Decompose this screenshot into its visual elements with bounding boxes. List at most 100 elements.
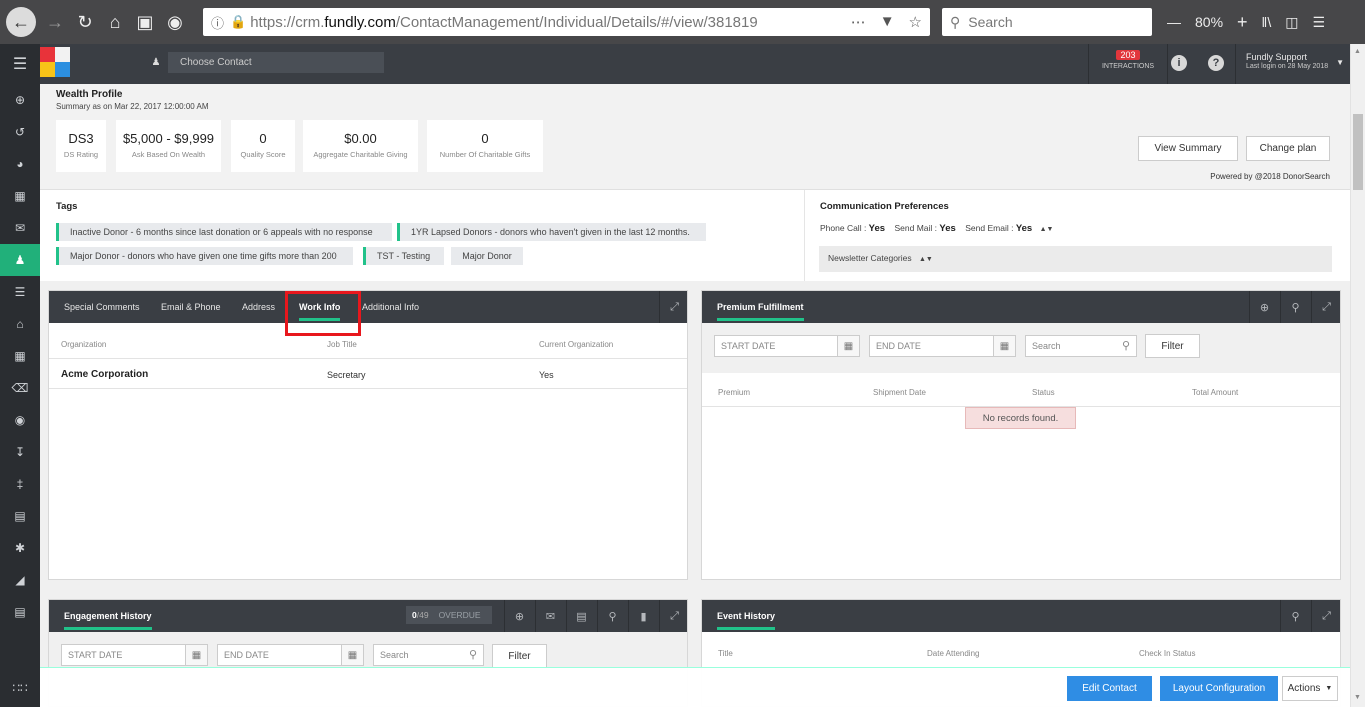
filter-button[interactable]: Filter xyxy=(1145,334,1200,358)
zoom-in-icon[interactable]: + xyxy=(1237,12,1248,33)
bank-icon[interactable]: ⌂ xyxy=(0,308,40,340)
tag-item[interactable]: TST - Testing xyxy=(363,247,444,265)
tag-item[interactable]: Major Donor xyxy=(451,247,523,265)
id-card-icon[interactable]: ▤ xyxy=(0,500,40,532)
zoom-level[interactable]: 80% xyxy=(1195,14,1223,30)
change-plan-button[interactable]: Change plan xyxy=(1246,136,1330,161)
expand-icon[interactable]: ⤢ xyxy=(1311,600,1341,632)
sidebar-toggle-icon[interactable]: ◫ xyxy=(1285,14,1298,31)
tag-item[interactable]: Major Donor - donors who have given one … xyxy=(56,247,353,265)
add-circle-icon[interactable]: ⊕ xyxy=(0,84,40,116)
scroll-down-icon[interactable]: ▼ xyxy=(1354,694,1361,701)
document-icon[interactable]: ▤ xyxy=(566,600,596,632)
address-bar[interactable]: ⓘ 🔒 https://crm.fundly.com/ContactManage… xyxy=(203,8,930,36)
event-history-title[interactable]: Event History xyxy=(717,600,776,632)
mask-icon[interactable]: ◉ xyxy=(160,7,190,37)
search-icon[interactable]: ⚲ xyxy=(1280,291,1310,323)
end-date-input[interactable]: END DATE ▦ xyxy=(869,335,1016,357)
add-icon[interactable]: ⊕ xyxy=(504,600,534,632)
utensils-icon[interactable]: ‡ xyxy=(0,468,40,500)
run-icon[interactable]: ✱ xyxy=(0,532,40,564)
scroll-up-icon[interactable]: ▲ xyxy=(1354,48,1361,55)
new-tab-icon[interactable]: ▣ xyxy=(130,7,160,37)
ticket-icon[interactable]: ⌫ xyxy=(0,372,40,404)
tab-email-phone[interactable]: Email & Phone xyxy=(161,291,221,323)
report-icon[interactable]: ▤ xyxy=(0,596,40,628)
layers-icon[interactable]: ☰ xyxy=(0,276,40,308)
expand-icon[interactable]: ⤢ xyxy=(659,291,689,323)
search-input[interactable]: Search ⚲ xyxy=(373,644,484,666)
communication-row: Phone Call : Yes Send Mail : Yes Send Em… xyxy=(820,223,1054,234)
pocket-icon[interactable]: ▼ xyxy=(880,13,895,31)
column-organization: Organization xyxy=(61,340,107,349)
reload-icon[interactable]: ↻ xyxy=(70,7,100,37)
fundly-logo[interactable] xyxy=(40,47,70,77)
calendar-icon[interactable]: ▦ xyxy=(185,645,207,665)
mail-icon[interactable]: ✉ xyxy=(535,600,565,632)
dashboard-icon[interactable]: ◕ xyxy=(0,148,40,180)
search-icon: ⚲ xyxy=(468,649,477,661)
apps-grid-icon[interactable]: ∷∷ xyxy=(0,672,40,704)
zoom-out-icon[interactable]: — xyxy=(1167,14,1181,30)
end-date-input[interactable]: END DATE ▦ xyxy=(217,644,364,666)
filter-button[interactable]: Filter xyxy=(492,644,547,668)
home-icon[interactable]: ⌂ xyxy=(100,7,130,37)
tag-item[interactable]: 1YR Lapsed Donors - donors who haven't g… xyxy=(397,223,706,241)
sort-icon: ▲▼ xyxy=(919,256,933,263)
premium-fulfillment-title[interactable]: Premium Fulfillment xyxy=(717,291,804,323)
calendar-icon[interactable]: ▦ xyxy=(0,340,40,372)
newsletter-categories[interactable]: Newsletter Categories ▲▼ xyxy=(819,246,1332,272)
chart-icon[interactable]: ◢ xyxy=(0,564,40,596)
user-menu[interactable]: Fundly Support Last login on 28 May 2018… xyxy=(1235,44,1350,84)
sort-icon[interactable]: ▲▼ xyxy=(1040,226,1054,233)
expand-icon[interactable]: ⤢ xyxy=(1311,291,1341,323)
search-icon[interactable]: ⚲ xyxy=(1280,600,1310,632)
browser-search-input[interactable]: ⚲ Search xyxy=(942,8,1152,36)
view-summary-button[interactable]: View Summary xyxy=(1138,136,1238,161)
forward-icon[interactable]: → xyxy=(40,7,70,37)
add-icon[interactable]: ⊕ xyxy=(1249,291,1279,323)
download-icon[interactable]: ↧ xyxy=(0,436,40,468)
calendar-icon[interactable]: ▦ xyxy=(837,336,859,356)
user-icon: ♟ xyxy=(144,52,168,73)
communication-preferences: Communication Preferences Phone Call : Y… xyxy=(805,190,1350,281)
search-input[interactable]: Search ⚲ xyxy=(1025,335,1137,357)
mail-icon[interactable]: ✉ xyxy=(0,212,40,244)
start-date-input[interactable]: START DATE ▦ xyxy=(714,335,860,357)
start-date-input[interactable]: START DATE ▦ xyxy=(61,644,208,666)
bookmark-star-icon[interactable]: ☆ xyxy=(909,13,922,31)
hamburger-menu-icon[interactable]: ☰ xyxy=(0,44,40,84)
tab-special-comments[interactable]: Special Comments xyxy=(64,291,140,323)
tab-address[interactable]: Address xyxy=(242,291,275,323)
engagement-history-title[interactable]: Engagement History xyxy=(64,600,152,632)
chart-icon[interactable]: ▮ xyxy=(628,600,658,632)
grid-icon[interactable]: ▦ xyxy=(0,180,40,212)
info-icon[interactable]: i xyxy=(1171,55,1187,71)
layout-configuration-button[interactable]: Layout Configuration xyxy=(1160,676,1278,701)
info-icon[interactable]: ⓘ xyxy=(211,13,224,32)
calendar-icon[interactable]: ▦ xyxy=(341,645,363,665)
app-header: ♟ Choose Contact 203 INTERACTIONS i ? Fu… xyxy=(40,44,1350,84)
app-sidebar: ☰ ⊕ ↺ ◕ ▦ ✉ ♟ ☰ ⌂ ▦ ⌫ ◉ ↧ ‡ ▤ ✱ ◢ ▤ ∷∷ xyxy=(0,44,40,707)
interactions-counter[interactable]: 203 INTERACTIONS xyxy=(1088,44,1168,84)
help-icon[interactable]: ? xyxy=(1208,55,1224,71)
tag-item[interactable]: Inactive Donor - 6 months since last don… xyxy=(56,223,392,241)
back-icon[interactable]: ← xyxy=(6,7,36,37)
choose-contact-input[interactable]: ♟ Choose Contact xyxy=(144,52,384,73)
library-icon[interactable]: ‖\ xyxy=(1262,14,1272,30)
stat-quality-score: 0 Quality Score xyxy=(231,120,295,172)
tab-additional-info[interactable]: Additional Info xyxy=(362,291,419,323)
actions-dropdown[interactable]: Actions ▼ xyxy=(1282,676,1338,701)
overdue-counter[interactable]: 0/49 OVERDUE xyxy=(406,606,492,624)
calendar-icon[interactable]: ▦ xyxy=(993,336,1015,356)
expand-icon[interactable]: ⤢ xyxy=(659,600,689,632)
more-icon[interactable]: ⋯ xyxy=(851,13,866,31)
menu-icon[interactable]: ☰ xyxy=(1312,14,1325,31)
scrollbar-thumb[interactable] xyxy=(1353,114,1363,190)
money-bag-icon[interactable]: ◉ xyxy=(0,404,40,436)
edit-contact-button[interactable]: Edit Contact xyxy=(1067,676,1152,701)
search-icon[interactable]: ⚲ xyxy=(597,600,627,632)
page-scrollbar[interactable]: ▲ ▼ xyxy=(1350,44,1365,707)
history-icon[interactable]: ↺ xyxy=(0,116,40,148)
contact-icon[interactable]: ♟ xyxy=(0,244,40,276)
